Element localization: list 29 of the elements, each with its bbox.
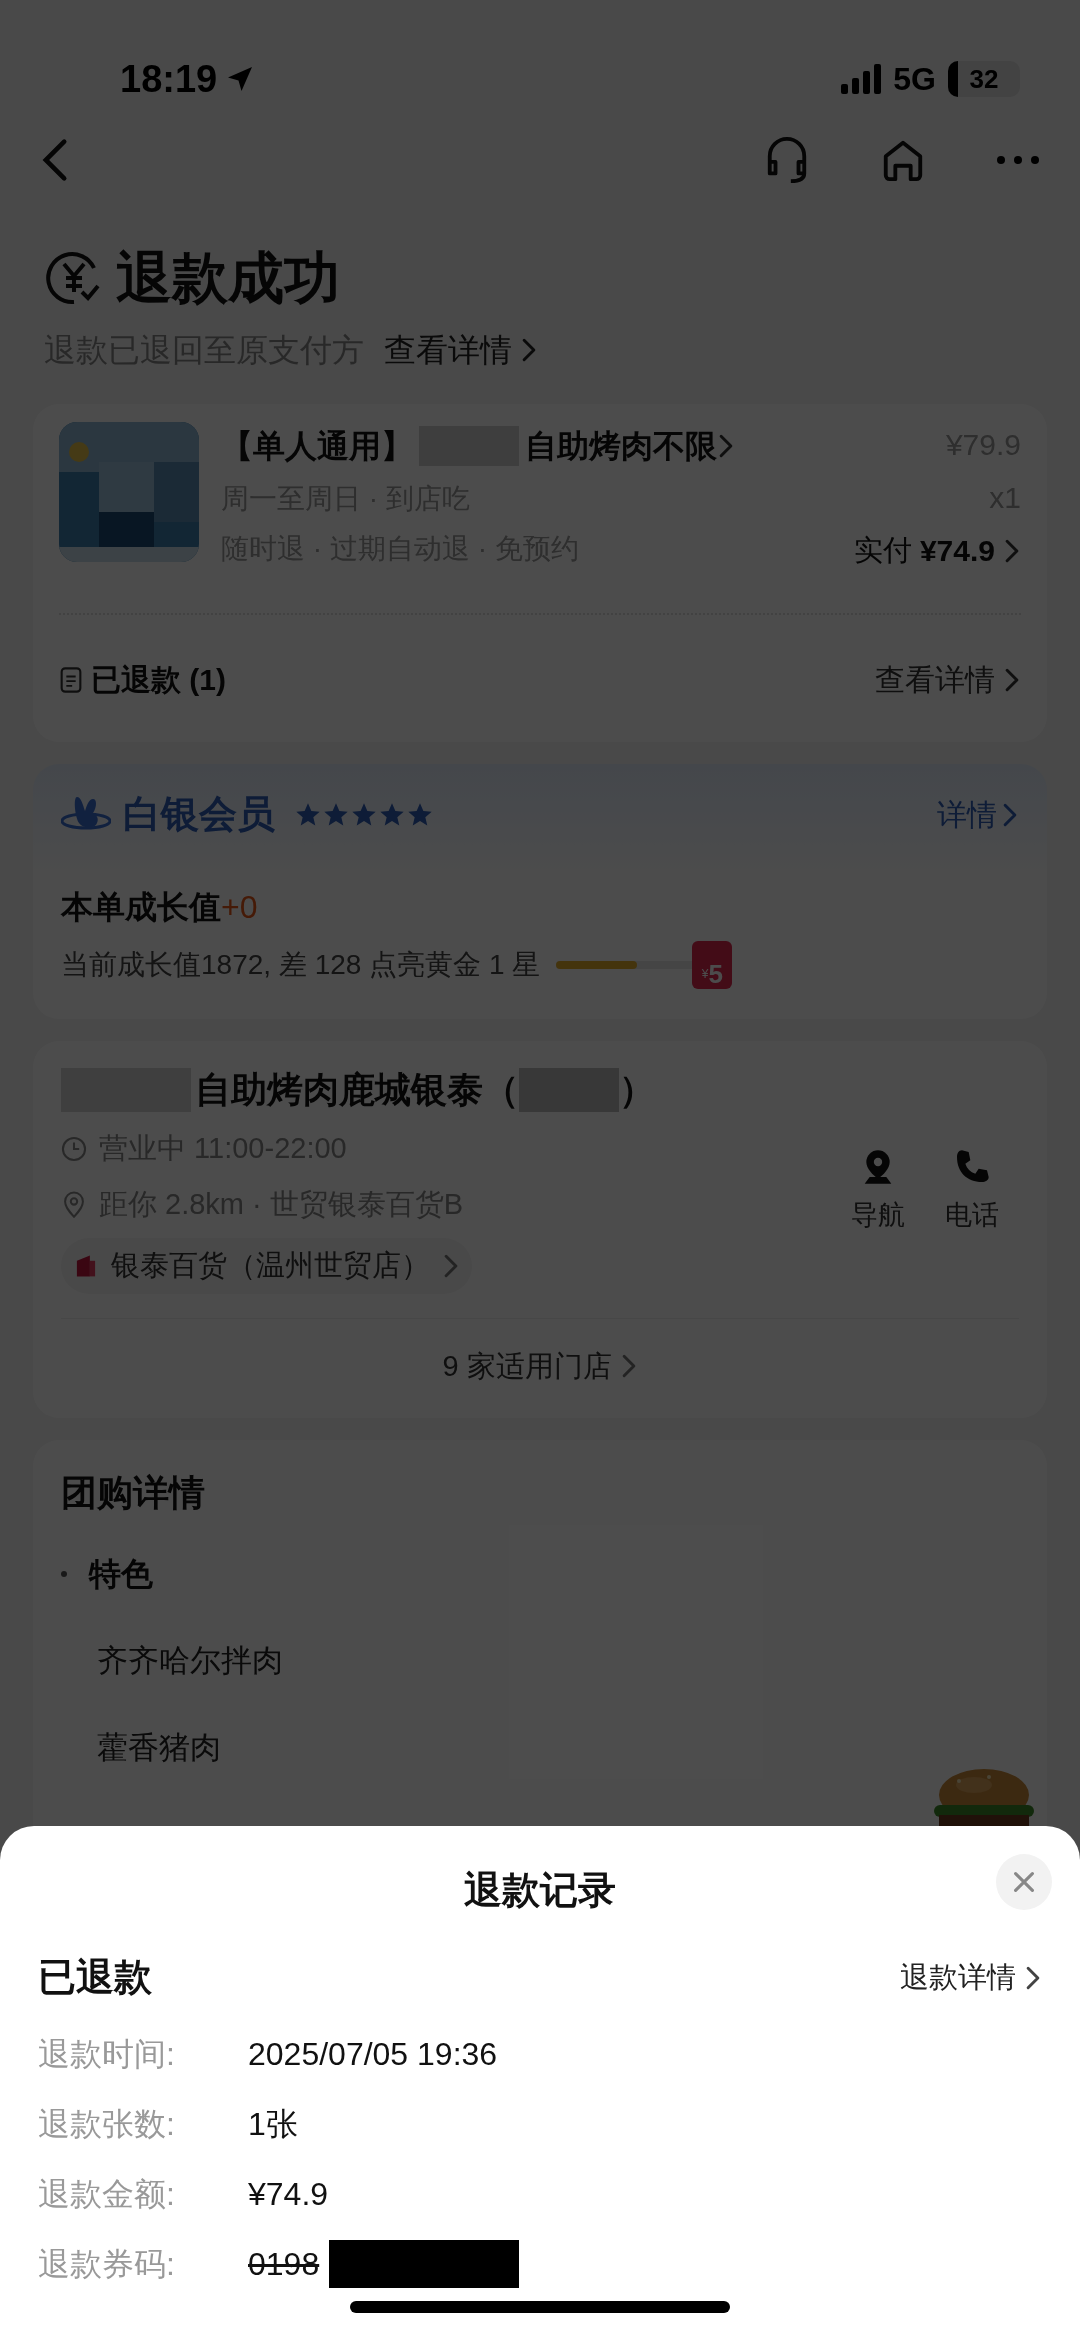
field-value: ¥74.9 xyxy=(248,2175,329,2214)
close-icon xyxy=(1012,1870,1036,1894)
growth-label: 本单成长值 xyxy=(61,889,221,925)
refund-status: 已退款 (1) xyxy=(91,662,226,698)
field-label: 退款券码: xyxy=(38,2245,176,2284)
deal-item: 藿香猪肉 xyxy=(97,1728,221,1767)
field-value: 1张 xyxy=(248,2105,298,2144)
product-title: 自助烤肉不限 xyxy=(525,427,717,466)
network-label: 5G xyxy=(893,60,936,99)
refund-details-link[interactable]: 退款详情 xyxy=(900,1955,1042,2000)
field-label: 退款张数: xyxy=(38,2105,176,2144)
field-value: 2025/07/05 19:36 xyxy=(248,2035,498,2074)
deal-item: 齐齐哈尔拌肉 xyxy=(97,1642,283,1680)
product-title: 【单人通用】 xyxy=(221,427,413,466)
growth-value: +0 xyxy=(221,889,258,925)
store-name: ） xyxy=(619,1068,655,1112)
field-label: 退款时间: xyxy=(38,2035,176,2074)
field-label: 退款金额: xyxy=(38,2175,176,2214)
section-heading: 特色 xyxy=(89,1555,153,1594)
member-tier-label: 白银会员 xyxy=(123,792,275,837)
sheet-title: 退款记录 xyxy=(464,1868,616,1913)
field-value: 0198 xyxy=(248,2245,320,2284)
page-title: 退款成功 xyxy=(116,245,340,311)
growth-progress-text: 当前成长值1872, 差 128 点亮黄金 1 星 xyxy=(61,948,541,982)
store-name: 自助烤肉鹿城银泰（ xyxy=(195,1068,519,1112)
status-time: 18:19 xyxy=(120,56,218,102)
section-title: 团购详情 xyxy=(61,1471,206,1515)
refund-status-heading: 已退款 xyxy=(38,1955,152,2000)
chevron-icon xyxy=(1024,1964,1042,1991)
